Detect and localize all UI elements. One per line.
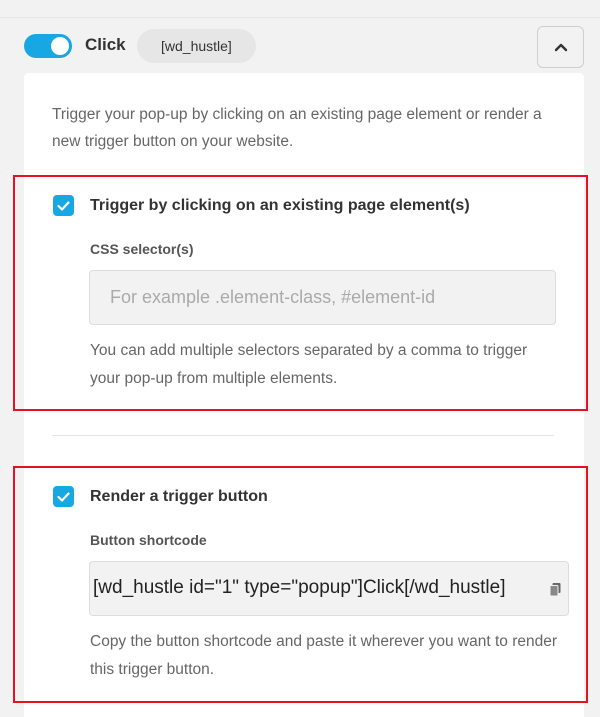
chevron-up-icon [554,43,567,52]
checkmark-icon [57,200,70,211]
checkmark-icon [57,491,70,502]
top-divider [0,17,600,18]
css-selector-input[interactable] [89,270,556,325]
button-shortcode-help: Copy the button shortcode and paste it w… [90,633,558,678]
copy-icon[interactable] [549,582,562,602]
click-trigger-toggle[interactable] [24,34,72,58]
toggle-knob [51,37,69,55]
trigger-button-section: Render a trigger button Button shortcode… [13,466,588,703]
trigger-settings-panel: Trigger your pop-up by clicking on an ex… [13,73,588,717]
existing-element-section: Trigger by clicking on an existing page … [13,175,588,411]
click-trigger-header: Click [wd_hustle] [24,26,584,68]
section-divider [52,435,554,436]
existing-element-checkbox[interactable] [53,195,74,216]
collapse-button[interactable] [537,26,584,68]
existing-element-label: Trigger by clicking on an existing page … [90,197,470,214]
shortcode-value[interactable]: [wd_hustle id="1" type="popup"]Click[/wd… [93,577,506,599]
intro-text: Trigger your pop-up by clicking on an ex… [52,106,542,150]
css-selector-help: You can add multiple selectors separated… [90,342,528,387]
trigger-button-checkbox[interactable] [53,486,74,507]
shortcode-tag: [wd_hustle] [137,29,256,63]
button-shortcode-label: Button shortcode [90,532,207,548]
trigger-title: Click [85,35,126,54]
shortcode-field[interactable]: [wd_hustle id="1" type="popup"]Click[/wd… [89,561,569,616]
trigger-button-label: Render a trigger button [90,488,268,505]
css-selector-label: CSS selector(s) [90,241,194,257]
